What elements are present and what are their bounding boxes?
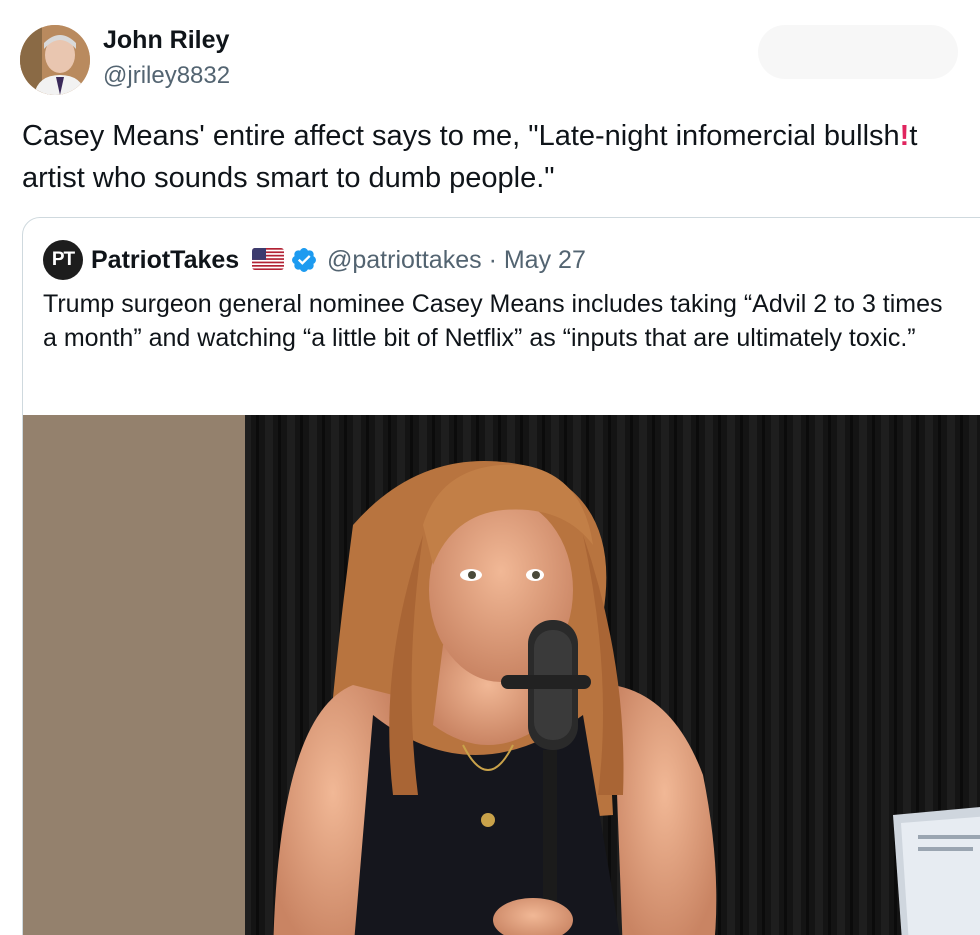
tweet-text: Casey Means' entire affect says to me, "… bbox=[22, 115, 962, 199]
follow-button[interactable] bbox=[758, 25, 958, 79]
author-name[interactable]: John Riley bbox=[103, 26, 229, 55]
us-flag-icon bbox=[252, 248, 284, 270]
quoted-handle[interactable]: @patriottakes bbox=[327, 246, 482, 274]
quoted-tweet-card[interactable]: PT PatriotTakes @patriottakes · May 27 T… bbox=[22, 217, 980, 935]
quoted-separator: · bbox=[488, 246, 497, 274]
author-avatar[interactable] bbox=[20, 25, 90, 95]
verified-badge-icon bbox=[290, 246, 318, 274]
avatar-photo bbox=[20, 25, 90, 95]
author-handle[interactable]: @jriley8832 bbox=[103, 62, 230, 90]
tweet-text-redaction: ! bbox=[899, 120, 910, 152]
quoted-avatar-initials: PT bbox=[51, 249, 75, 270]
quoted-name[interactable]: PatriotTakes bbox=[91, 246, 239, 275]
quoted-avatar[interactable]: PT bbox=[43, 240, 83, 280]
quoted-date[interactable]: May 27 bbox=[504, 246, 586, 274]
quoted-meta: @patriottakes · May 27 bbox=[327, 246, 586, 275]
quoted-text: Trump surgeon general nominee Casey Mean… bbox=[43, 290, 943, 352]
tweet: John Riley @jriley8832 Casey Means' enti… bbox=[0, 0, 980, 935]
media-photo bbox=[23, 415, 980, 935]
tweet-text-part-1: Casey Means' entire affect says to me, "… bbox=[22, 120, 900, 152]
quoted-media-image[interactable] bbox=[23, 415, 980, 935]
